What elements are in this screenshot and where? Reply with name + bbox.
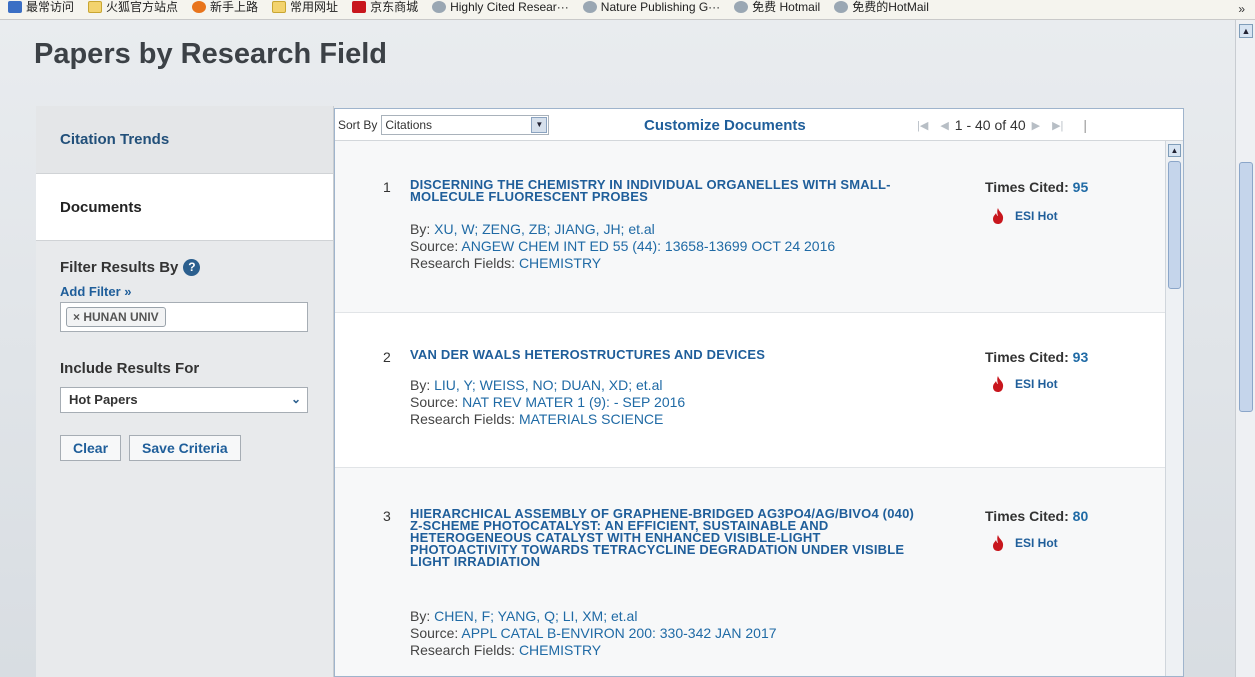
folder-icon bbox=[272, 0, 287, 13]
times-cited: Times Cited: 95 bbox=[985, 179, 1089, 195]
sidebar-item-documents[interactable]: Documents bbox=[36, 174, 333, 241]
page-scrollbar[interactable]: ▲ bbox=[1235, 20, 1255, 677]
record-number: 1 bbox=[383, 179, 391, 195]
sort-by-label: Sort By bbox=[338, 117, 378, 132]
record-number: 3 bbox=[383, 508, 391, 524]
jd-icon bbox=[352, 0, 367, 13]
scroll-up-icon[interactable]: ▲ bbox=[1168, 144, 1181, 157]
research-field-link[interactable]: MATERIALS SCIENCE bbox=[519, 411, 663, 427]
bookmark-firefox-site[interactable]: 火狐官方站点 bbox=[88, 0, 178, 15]
bookmark-getting-started[interactable]: 新手上路 bbox=[192, 0, 258, 15]
dropdown-arrow-icon: ▼ bbox=[531, 116, 548, 133]
filter-chip-hunan-univ[interactable]: × HUNAN UNIV bbox=[66, 307, 166, 327]
previous-page-icon[interactable]: ◀ bbox=[940, 119, 948, 132]
globe-icon bbox=[432, 0, 447, 13]
record-title-link[interactable]: VAN DER WAALS HETEROSTRUCTURES AND DEVIC… bbox=[410, 348, 930, 361]
search-icon bbox=[8, 0, 22, 13]
results-scrollbar[interactable]: ▲ bbox=[1165, 141, 1183, 676]
fire-icon bbox=[993, 535, 1004, 551]
times-cited: Times Cited: 93 bbox=[985, 349, 1089, 365]
times-cited: Times Cited: 80 bbox=[985, 508, 1089, 524]
divider: | bbox=[1083, 117, 1088, 133]
filter-section: Filter Results By ? Add Filter » × HUNAN… bbox=[36, 241, 333, 461]
times-cited-count[interactable]: 93 bbox=[1073, 349, 1089, 365]
filter-results-heading: Filter Results By ? bbox=[60, 259, 333, 276]
page-title: Papers by Research Field bbox=[34, 38, 387, 70]
pager: |◀ ◀ 1 - 40 of 40 ▶ ▶| | bbox=[911, 117, 1087, 133]
bookmark-highly-cited[interactable]: Highly Cited Resear··· bbox=[432, 0, 569, 14]
firefox-icon bbox=[192, 0, 207, 13]
record-title-link[interactable]: HIERARCHICAL ASSEMBLY OF GRAPHENE-BRIDGE… bbox=[410, 507, 930, 568]
record-meta: By: CHEN, F; YANG, Q; LI, XM; et.al Sour… bbox=[410, 608, 777, 658]
bookmark-free-hotmail[interactable]: 免费的HotMail bbox=[834, 0, 929, 15]
bookmark-common-sites[interactable]: 常用网址 bbox=[272, 0, 338, 15]
scrollbar-thumb[interactable] bbox=[1239, 162, 1253, 412]
bookmark-hotmail[interactable]: 免费 Hotmail bbox=[734, 0, 820, 15]
esi-hot-badge: ESI Hot bbox=[991, 375, 1058, 393]
bookmark-jd[interactable]: 京东商城 bbox=[352, 0, 418, 15]
list-item: 3 HIERARCHICAL ASSEMBLY OF GRAPHENE-BRID… bbox=[335, 468, 1165, 676]
research-field-link[interactable]: CHEMISTRY bbox=[519, 255, 601, 271]
record-title-link[interactable]: DISCERNING THE CHEMISTRY IN INDIVIDUAL O… bbox=[410, 178, 930, 203]
scroll-up-icon[interactable]: ▲ bbox=[1239, 24, 1253, 38]
help-icon[interactable]: ? bbox=[183, 259, 201, 276]
sidebar: Citation Trends Documents Filter Results… bbox=[36, 106, 334, 677]
authors-link[interactable]: XU, W; ZENG, ZB; JIANG, JH; et.al bbox=[434, 221, 655, 237]
add-filter-link[interactable]: Add Filter » bbox=[60, 284, 333, 299]
chevron-down-icon: ⌄ bbox=[290, 392, 301, 406]
record-number: 2 bbox=[383, 349, 391, 365]
globe-icon bbox=[834, 0, 849, 13]
scrollbar-thumb[interactable] bbox=[1168, 161, 1181, 289]
page-range: 1 - 40 of 40 bbox=[954, 117, 1026, 133]
record-meta: By: LIU, Y; WEISS, NO; DUAN, XD; et.al S… bbox=[410, 377, 686, 427]
results-list: 1 DISCERNING THE CHEMISTRY IN INDIVIDUAL… bbox=[335, 141, 1165, 676]
page-content: Papers by Research Field Citation Trends… bbox=[0, 20, 1255, 677]
globe-icon bbox=[582, 0, 597, 13]
clear-button[interactable]: Clear bbox=[60, 435, 122, 461]
bookmark-most-visited[interactable]: 最常访问 bbox=[8, 0, 74, 15]
source-link[interactable]: APPL CATAL B-ENVIRON 200: 330-342 JAN 20… bbox=[461, 625, 776, 641]
bookmarks-bar: 最常访问 火狐官方站点 新手上路 常用网址 京东商城 Highly Cited … bbox=[0, 0, 1255, 20]
fire-icon bbox=[993, 376, 1004, 392]
fire-icon bbox=[993, 208, 1004, 224]
next-page-icon[interactable]: ▶ bbox=[1032, 119, 1040, 132]
times-cited-count[interactable]: 80 bbox=[1073, 508, 1089, 524]
sort-select[interactable]: Citations ▼ bbox=[381, 114, 550, 135]
globe-icon bbox=[734, 0, 749, 13]
bookmark-nature[interactable]: Nature Publishing G··· bbox=[582, 0, 720, 14]
times-cited-count[interactable]: 95 bbox=[1073, 179, 1089, 195]
save-criteria-button[interactable]: Save Criteria bbox=[129, 435, 241, 461]
esi-hot-badge: ESI Hot bbox=[991, 207, 1058, 225]
results-panel: Sort By Citations ▼ Customize Documents … bbox=[334, 108, 1184, 677]
esi-hot-badge: ESI Hot bbox=[991, 534, 1058, 552]
research-field-link[interactable]: CHEMISTRY bbox=[519, 642, 601, 658]
last-page-icon[interactable]: ▶| bbox=[1052, 119, 1063, 132]
source-link[interactable]: NAT REV MATER 1 (9): - SEP 2016 bbox=[462, 394, 685, 410]
source-link[interactable]: ANGEW CHEM INT ED 55 (44): 13658-13699 O… bbox=[461, 238, 835, 254]
sidebar-item-citation-trends[interactable]: Citation Trends bbox=[36, 106, 333, 174]
authors-link[interactable]: CHEN, F; YANG, Q; LI, XM; et.al bbox=[434, 608, 637, 624]
include-results-select[interactable]: Hot Papers ⌄ bbox=[60, 387, 308, 413]
authors-link[interactable]: LIU, Y; WEISS, NO; DUAN, XD; et.al bbox=[434, 377, 662, 393]
customize-documents-link[interactable]: Customize Documents bbox=[644, 117, 806, 134]
record-meta: By: XU, W; ZENG, ZB; JIANG, JH; et.al So… bbox=[410, 221, 836, 271]
filter-box[interactable]: × HUNAN UNIV bbox=[60, 302, 308, 332]
first-page-icon[interactable]: |◀ bbox=[917, 119, 928, 132]
folder-icon bbox=[88, 0, 103, 13]
bookmarks-more-button[interactable]: » bbox=[1238, 2, 1245, 16]
list-item: 2 VAN DER WAALS HETEROSTRUCTURES AND DEV… bbox=[335, 313, 1165, 468]
results-toolbar: Sort By Citations ▼ Customize Documents … bbox=[335, 109, 1183, 141]
include-results-heading: Include Results For bbox=[60, 360, 200, 377]
list-item: 1 DISCERNING THE CHEMISTRY IN INDIVIDUAL… bbox=[335, 141, 1165, 313]
